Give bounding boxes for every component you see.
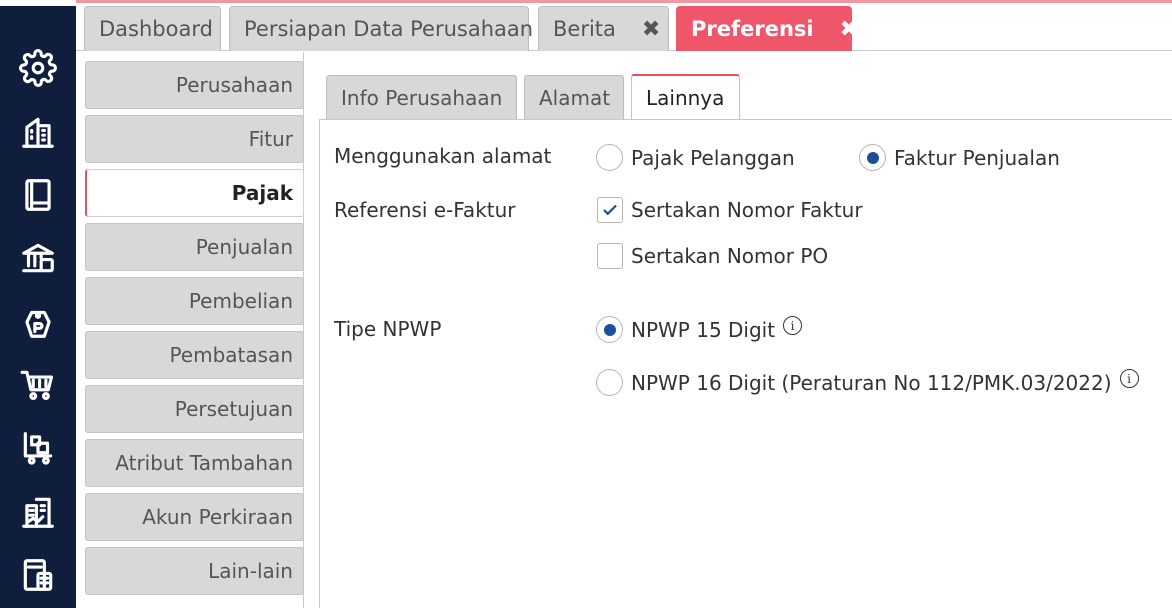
option-label: Sertakan Nomor Faktur xyxy=(631,198,863,222)
warehouse-cart-icon[interactable] xyxy=(18,428,58,468)
menu-item-fitur[interactable]: Fitur xyxy=(85,115,304,163)
tab-label: Berita xyxy=(553,17,616,41)
radio-faktur-penjualan[interactable]: Faktur Penjualan xyxy=(859,144,1060,171)
subtab-lainnya[interactable]: Lainnya xyxy=(631,74,740,120)
option-label: Sertakan Nomor PO xyxy=(631,244,829,268)
menu-item-persetujuan[interactable]: Persetujuan xyxy=(85,385,304,433)
tab-label: Dashboard xyxy=(99,17,213,41)
checkbox[interactable] xyxy=(597,243,623,269)
info-icon[interactable]: i xyxy=(783,316,803,335)
company-report-icon[interactable] xyxy=(18,492,58,532)
menu-item-pajak[interactable]: Pajak xyxy=(85,169,304,217)
subtab-alamat[interactable]: Alamat xyxy=(524,75,624,119)
menu-item-lain-lain[interactable]: Lain-lain xyxy=(85,547,304,595)
tab-persiapan-data-perusahaan[interactable]: Persiapan Data Perusahaan xyxy=(229,6,533,51)
radio-pajak-pelanggan[interactable]: Pajak Pelanggan xyxy=(596,144,795,171)
menu-item-perusahaan[interactable]: Perusahaan xyxy=(85,61,304,109)
tax-calculator-icon[interactable] xyxy=(18,555,58,595)
option-label: NPWP 15 Digit xyxy=(631,317,776,342)
book-icon[interactable] xyxy=(18,175,58,215)
gear-icon[interactable] xyxy=(18,48,58,88)
lainnya-panel xyxy=(319,119,1172,608)
radio-button[interactable] xyxy=(596,316,623,343)
checkbox-sertakan-nomor-faktur[interactable]: Sertakan Nomor Faktur xyxy=(597,197,863,223)
close-icon[interactable]: ✖ xyxy=(642,17,660,42)
subtab-info-perusahaan[interactable]: Info Perusahaan xyxy=(326,75,517,119)
efaktur-label: Referensi e-Faktur xyxy=(334,198,516,222)
info-icon[interactable]: i xyxy=(1119,369,1139,388)
menu-item-atribut-tambahan[interactable]: Atribut Tambahan xyxy=(85,439,304,487)
menu-item-pembatasan[interactable]: Pembatasan xyxy=(85,331,304,379)
radio-npwp-16-digit[interactable]: NPWP 16 Digit (Peraturan No 112/PMK.03/2… xyxy=(596,369,1139,396)
radio-npwp-15-digit[interactable]: NPWP 15 Digit i xyxy=(596,316,803,343)
building-icon[interactable] xyxy=(18,112,58,152)
radio-button[interactable] xyxy=(596,369,623,396)
close-icon[interactable]: ✖ xyxy=(840,17,858,42)
preference-menu: Perusahaan Fitur Pajak Penjualan Pembeli… xyxy=(76,52,304,608)
option-label: Pajak Pelanggan xyxy=(631,145,795,170)
tab-label: Persiapan Data Perusahaan xyxy=(244,17,534,41)
menu-item-penjualan[interactable]: Penjualan xyxy=(85,223,304,271)
cart-icon[interactable] xyxy=(18,365,58,405)
bank-icon[interactable] xyxy=(18,238,58,278)
option-label: NPWP 16 Digit (Peraturan No 112/PMK.03/2… xyxy=(631,370,1112,395)
menu-item-akun-perkiraan[interactable]: Akun Perkiraan xyxy=(85,493,304,541)
app-sidebar xyxy=(0,0,76,608)
tab-dashboard[interactable]: Dashboard xyxy=(84,6,221,51)
tab-label: Preferensi xyxy=(691,17,814,41)
checkbox-sertakan-nomor-po[interactable]: Sertakan Nomor PO xyxy=(597,243,828,269)
alamat-label: Menggunakan alamat xyxy=(334,144,552,168)
checkmark-icon xyxy=(603,204,617,216)
npwp-label: Tipe NPWP xyxy=(334,317,442,341)
tab-preferensi[interactable]: Preferensi ✖ xyxy=(676,6,858,51)
menu-item-pembelian[interactable]: Pembelian xyxy=(85,277,304,325)
price-tag-icon[interactable] xyxy=(18,302,58,342)
tab-berita[interactable]: Berita ✖ xyxy=(538,6,669,51)
radio-button[interactable] xyxy=(859,144,886,171)
content-area: Info Perusahaan Alamat Lainnya Menggunak… xyxy=(304,52,1172,608)
checkbox[interactable] xyxy=(597,197,623,223)
radio-button[interactable] xyxy=(596,144,623,171)
top-tab-bar: Dashboard Persiapan Data Perusahaan Beri… xyxy=(76,3,1172,51)
option-label: Faktur Penjualan xyxy=(894,145,1060,170)
sidebar-top-edge xyxy=(0,0,76,6)
